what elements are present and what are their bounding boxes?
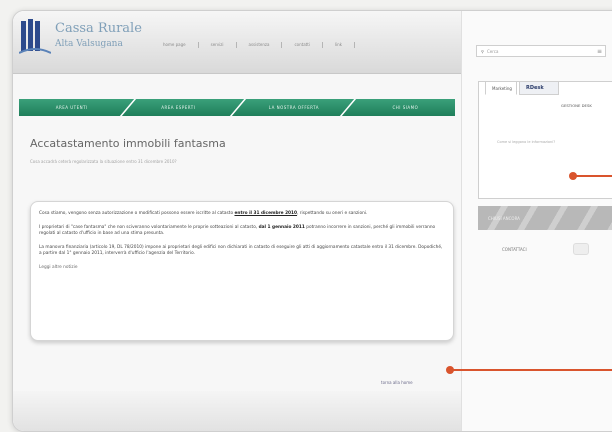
search-submit-icon[interactable]: ≡ [597, 48, 602, 55]
logo[interactable]: Cassa Rurale Alta Valsugana [19, 17, 149, 63]
site-header: Cassa Rurale Alta Valsugana home page se… [13, 11, 461, 74]
brand-subname: Alta Valsugana [55, 39, 123, 49]
nav-item-chi-siamo[interactable]: CHI SIAMO [392, 105, 418, 110]
back-home-link[interactable]: torna alla home [381, 380, 413, 385]
page-title: Accatastamento immobili fantasma [30, 137, 226, 150]
topnav-item[interactable]: home page [151, 42, 199, 48]
page-subtitle: Cosa accadrà ceterà regolarizzata la sit… [30, 159, 177, 164]
nav-separator [339, 99, 357, 116]
topnav-item[interactable]: link [323, 42, 355, 48]
tab-rdesk[interactable]: RDesk [519, 81, 559, 95]
topnav-item[interactable]: servizi [199, 42, 237, 48]
topnav-item[interactable]: assistenza [237, 42, 283, 48]
nav-separator [119, 99, 137, 116]
more-news-link[interactable]: Leggi altre notizie [39, 265, 445, 270]
article-paragraph: I proprietari di "case fantasma" che non… [39, 224, 436, 237]
callout-line [451, 369, 612, 371]
search-placeholder: Cerca [486, 48, 499, 54]
logo-mark-icon [19, 19, 51, 54]
nav-separator [229, 99, 247, 116]
callout-line [574, 175, 612, 177]
manage-desk-link[interactable]: GESTIONE DESK [561, 103, 592, 108]
article-card: Cosa stiamo, vengono senza autorizzazion… [30, 201, 454, 341]
article-paragraph: Cosa stiamo, vengono senza autorizzazion… [39, 211, 368, 216]
search-input[interactable]: ⚲ Cerca [476, 45, 606, 57]
mail-icon[interactable] [573, 243, 589, 255]
search-icon: ⚲ [481, 48, 484, 54]
sidebar: ⚲ Cerca ≡ Marketing RDesk GESTIONE DESK … [461, 11, 612, 431]
nav-item-area-esperti[interactable]: AREA ESPERTI [161, 105, 195, 110]
tab-marketing[interactable]: Marketing [485, 81, 517, 95]
article-paragraph: La manovra finanziaria (articolo 19, DL … [39, 244, 443, 257]
page-footer [13, 391, 461, 431]
main-column: Cassa Rurale Alta Valsugana home page se… [13, 11, 461, 431]
contact-label[interactable]: CONTATTACI [502, 247, 527, 252]
topnav-item[interactable]: contatti [282, 42, 323, 48]
tab-note: Come si leggono le informazioni? [497, 140, 556, 144]
nav-item-offerta[interactable]: LA NOSTRA OFFERTA [269, 105, 319, 110]
promo-banner[interactable]: CHIUSI ANCORA [478, 206, 612, 230]
main-nav: AREA UTENTI AREA ESPERTI LA NOSTRA OFFER… [19, 99, 455, 116]
nav-item-area-utenti[interactable]: AREA UTENTI [56, 105, 88, 110]
sidebar-tab-panel: Marketing RDesk GESTIONE DESK Come si le… [478, 81, 612, 199]
top-nav: home page servizi assistenza contatti li… [151, 42, 355, 48]
brand-name: Cassa Rurale [55, 21, 142, 36]
